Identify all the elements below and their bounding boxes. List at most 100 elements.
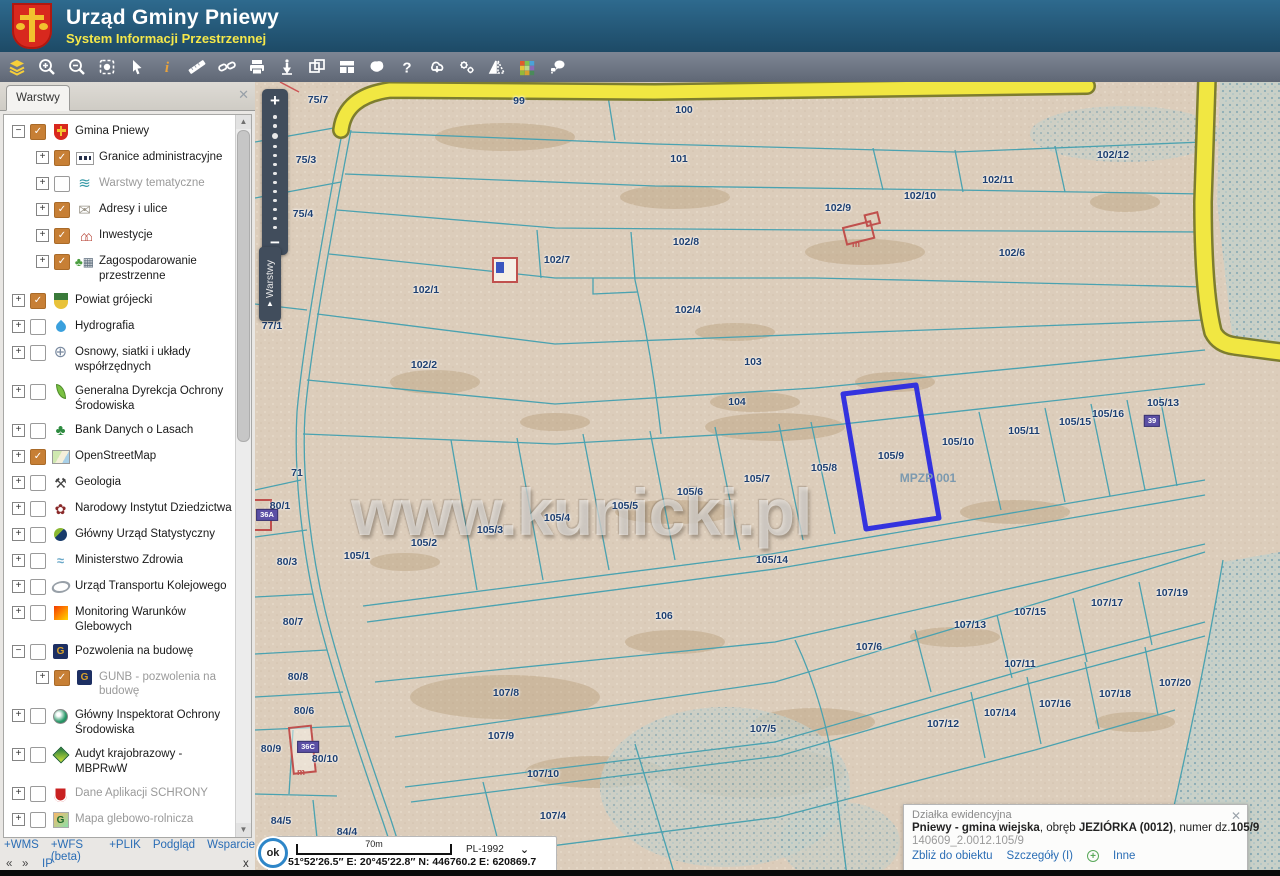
layer-checkbox[interactable]: ✓ — [54, 150, 70, 166]
nav-prev-button[interactable]: « — [6, 858, 12, 870]
layer-row[interactable]: +✓GGUNB - pozwolenia na budowę — [4, 665, 235, 704]
layer-checkbox[interactable] — [30, 644, 46, 660]
comments-icon[interactable] — [544, 54, 570, 80]
zoom-level-current-dot[interactable] — [272, 133, 278, 139]
layer-checkbox[interactable]: ✓ — [30, 293, 46, 309]
layer-checkbox[interactable]: ✓ — [54, 254, 70, 270]
layer-label[interactable]: Ministerstwo Zdrowia — [75, 552, 235, 568]
nav-next-button[interactable]: » — [22, 858, 28, 870]
layer-label[interactable]: Urząd Transportu Kolejowego — [75, 578, 235, 594]
expand-icon[interactable]: + — [12, 606, 25, 619]
expand-icon[interactable]: + — [12, 294, 25, 307]
layer-row[interactable]: +≋Warstwy tematyczne — [4, 171, 235, 197]
layer-label[interactable]: Mapa glebowo-rolnicza — [75, 811, 235, 827]
zoom-level-dot[interactable] — [273, 190, 277, 194]
layer-checkbox[interactable] — [30, 319, 46, 335]
layer-checkbox[interactable]: ✓ — [30, 449, 46, 465]
layer-checkbox[interactable]: ✓ — [54, 228, 70, 244]
layer-row[interactable]: +≈Ministerstwo Zdrowia — [4, 548, 235, 574]
layer-row[interactable]: +⚒Geologia — [4, 470, 235, 496]
layer-row[interactable]: +GMapa glebowo-rolnicza — [4, 807, 235, 833]
map-canvas[interactable]: www.kunicki.pl 75/799100101102/12102/111… — [255, 82, 1280, 876]
select-region-icon[interactable] — [94, 54, 120, 80]
expand-icon[interactable]: + — [12, 476, 25, 489]
layer-checkbox[interactable]: ✓ — [54, 670, 70, 686]
layer-checkbox[interactable] — [30, 553, 46, 569]
locate-pin-icon[interactable] — [274, 54, 300, 80]
layers-icon[interactable] — [4, 54, 30, 80]
layer-label[interactable]: Bank Danych o Lasach — [75, 422, 235, 438]
expand-icon[interactable]: + — [12, 787, 25, 800]
scroll-up-icon[interactable]: ▲ — [236, 115, 251, 129]
layer-label[interactable]: Osnowy, siatki i układy współrzędnych — [75, 344, 235, 375]
layer-label[interactable]: OpenStreetMap — [75, 448, 235, 464]
layer-checkbox[interactable] — [30, 786, 46, 802]
expand-icon[interactable]: + — [12, 450, 25, 463]
zoom-to-object-link[interactable]: Zbliż do obiektu — [912, 850, 993, 862]
layer-checkbox[interactable] — [30, 747, 46, 763]
chevron-down-icon[interactable]: ⌄ — [520, 845, 529, 855]
expand-icon[interactable]: + — [12, 502, 25, 515]
layer-row[interactable]: + Dane Aplikacji SCHRONY — [4, 781, 235, 807]
expand-icon[interactable]: + — [12, 346, 25, 359]
panel-close-icon[interactable]: ✕ — [238, 87, 249, 103]
layer-label[interactable]: Zagospodarowanie przestrzenne — [99, 253, 235, 284]
layer-label[interactable]: Geologia — [75, 474, 235, 490]
layer-checkbox[interactable] — [30, 384, 46, 400]
layer-row[interactable]: + ✓ Powiat grójecki — [4, 288, 235, 314]
layer-checkbox[interactable] — [30, 812, 46, 828]
layer-checkbox[interactable] — [30, 579, 46, 595]
zoom-out-icon[interactable] — [64, 54, 90, 80]
popup-close-icon[interactable]: ✕ — [1231, 809, 1241, 823]
print-icon[interactable] — [244, 54, 270, 80]
layer-checkbox[interactable] — [30, 501, 46, 517]
layer-checkbox[interactable] — [30, 475, 46, 491]
expand-icon[interactable]: + — [12, 709, 25, 722]
link-icon[interactable] — [214, 54, 240, 80]
zoom-level-slider[interactable] — [272, 111, 278, 233]
layer-checkbox[interactable]: ✓ — [54, 202, 70, 218]
layer-row[interactable]: +Monitoring Warunków Glebowych — [4, 600, 235, 639]
layer-row[interactable]: +Generalna Dyrekcja Ochrony Środowiska — [4, 379, 235, 418]
layer-row[interactable]: +✓Granice administracyjne — [4, 145, 235, 171]
expand-icon[interactable]: + — [36, 255, 49, 268]
legend-grid-icon[interactable] — [514, 54, 540, 80]
zoom-level-dot[interactable] — [273, 115, 277, 119]
layer-checkbox[interactable] — [30, 708, 46, 724]
tab-warstwy[interactable]: Warstwy — [6, 85, 70, 111]
layer-row[interactable]: +✓⌂⌂Inwestycje — [4, 223, 235, 249]
service-link[interactable]: Podgląd — [153, 839, 195, 857]
layer-label[interactable]: Powiat grójecki — [75, 292, 235, 308]
polygon-icon[interactable] — [364, 54, 390, 80]
scrollbar-thumb[interactable] — [237, 130, 250, 442]
add-circle-icon[interactable]: + — [1087, 850, 1099, 862]
layer-row[interactable]: +✓✉Adresy i ulice — [4, 197, 235, 223]
layer-row[interactable]: +✓♣▦Zagospodarowanie przestrzenne — [4, 249, 235, 288]
zoom-level-dot[interactable] — [273, 154, 277, 158]
layer-checkbox[interactable] — [30, 605, 46, 621]
layer-row[interactable]: −✓Geoportal.gov.pl — [4, 833, 235, 838]
layer-label[interactable]: Hydrografia — [75, 318, 235, 334]
layer-label[interactable]: Dane Aplikacji SCHRONY — [75, 785, 235, 801]
layer-label[interactable]: Warstwy tematyczne — [99, 175, 235, 191]
service-link[interactable]: +WFS (beta) — [51, 839, 97, 857]
layer-row[interactable]: +⊕Osnowy, siatki i układy współrzędnych — [4, 340, 235, 379]
layer-label[interactable]: Adresy i ulice — [99, 201, 235, 217]
layer-label[interactable]: Audyt krajobrazowy - MBPRwW — [75, 746, 235, 777]
layer-row[interactable]: + ✓ OpenStreetMap — [4, 444, 235, 470]
collapse-icon[interactable]: − — [12, 125, 25, 138]
expand-icon[interactable]: + — [12, 385, 25, 398]
layer-row[interactable]: +Urząd Transportu Kolejowego — [4, 574, 235, 600]
zoom-level-dot[interactable] — [273, 217, 277, 221]
cloud-download-icon[interactable] — [424, 54, 450, 80]
layer-row[interactable]: +Hydrografia — [4, 314, 235, 340]
expand-icon[interactable]: + — [36, 671, 49, 684]
layer-label[interactable]: Pozwolenia na budowę — [75, 643, 235, 659]
zoom-level-dot[interactable] — [273, 226, 277, 230]
details-link[interactable]: Szczegóły (I) — [1007, 850, 1073, 862]
layer-row[interactable]: +✿Narodowy Instytut Dziedzictwa — [4, 496, 235, 522]
measure-icon[interactable] — [184, 54, 210, 80]
zoom-level-dot[interactable] — [273, 181, 277, 185]
service-link[interactable]: +PLIK — [109, 839, 141, 857]
layer-label[interactable]: GUNB - pozwolenia na budowę — [99, 669, 235, 700]
